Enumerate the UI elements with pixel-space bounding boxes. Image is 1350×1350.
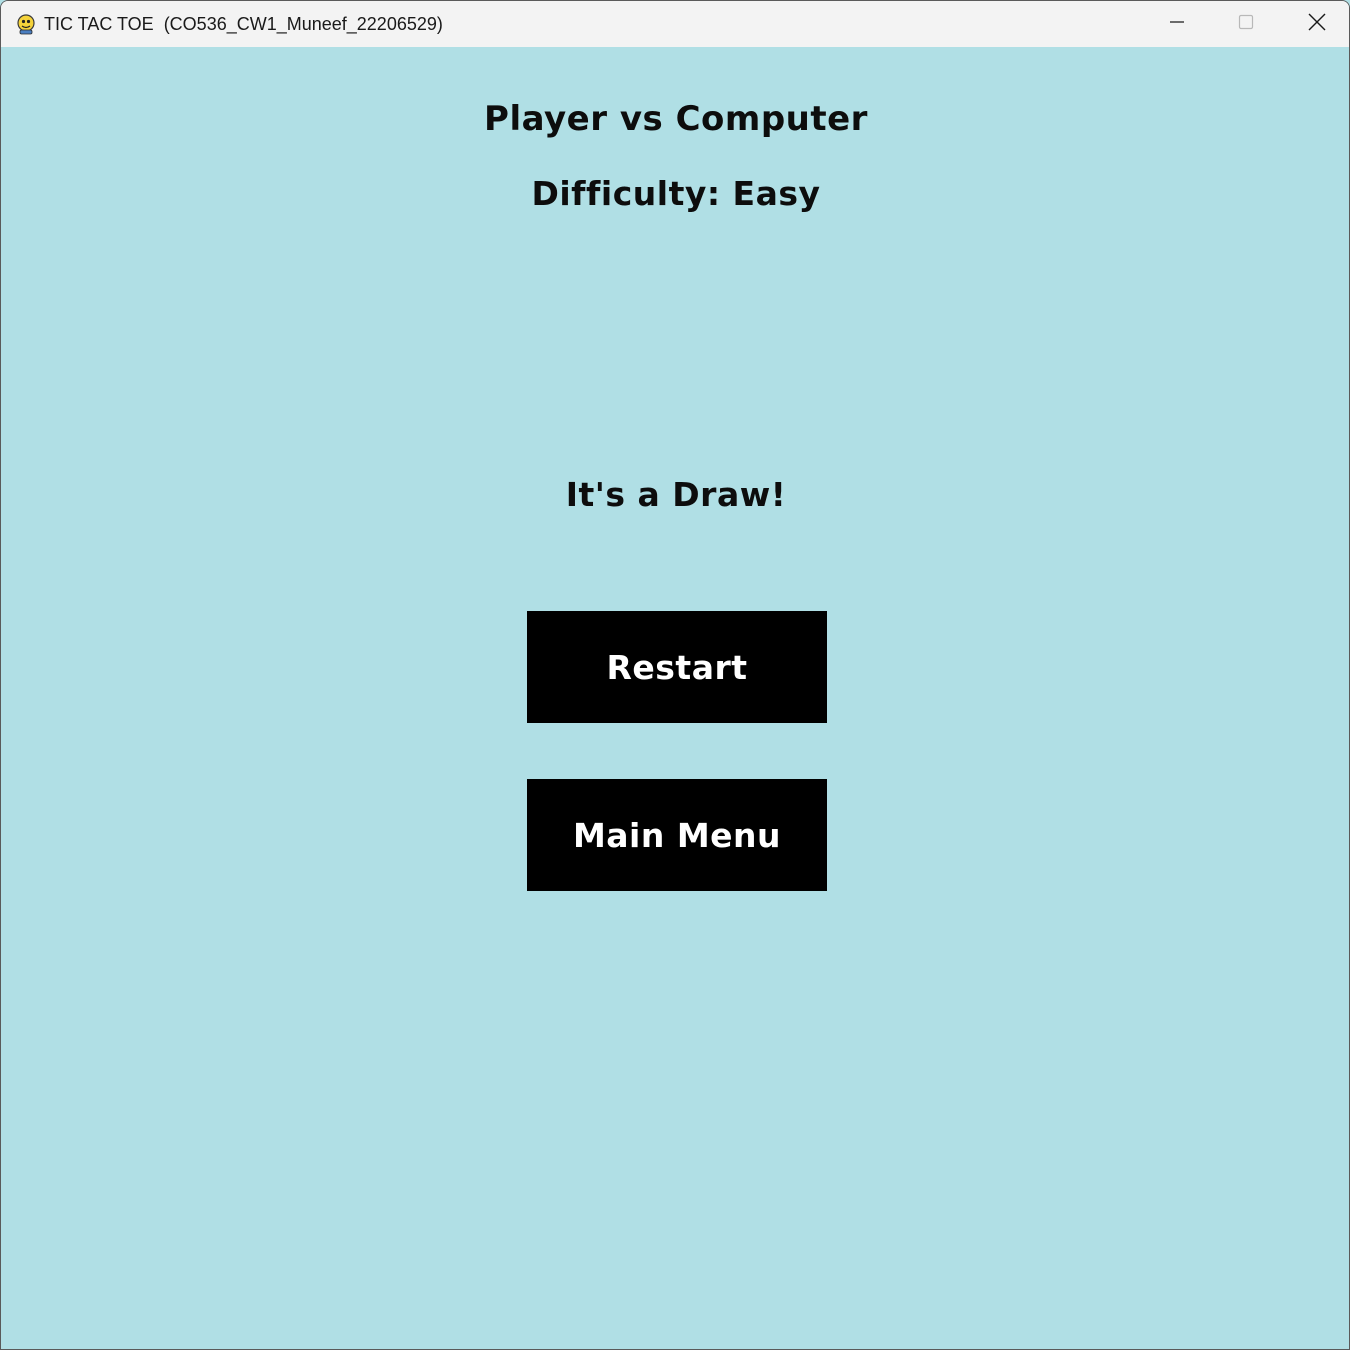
window-title: TIC TAC TOE (CO536_CW1_Muneef_22206529)	[44, 14, 443, 34]
game-result-message: It's a Draw!	[565, 475, 787, 514]
restart-button-label: Restart	[606, 647, 748, 687]
close-button[interactable]	[1283, 1, 1349, 47]
title-bar[interactable]: TIC TAC TOE (CO536_CW1_Muneef_22206529)	[1, 1, 1349, 47]
game-mode-title: Player vs Computer	[484, 99, 868, 139]
close-icon	[1308, 13, 1326, 36]
main-menu-button[interactable]: Main Menu	[527, 779, 827, 891]
minimize-button[interactable]	[1143, 1, 1211, 47]
pygame-snake-icon	[14, 12, 38, 36]
minimize-icon	[1169, 14, 1185, 35]
game-screen: Player vs Computer Difficulty: Easy It's…	[1, 47, 1349, 1349]
maximize-icon	[1238, 14, 1254, 35]
restart-button[interactable]: Restart	[527, 611, 827, 723]
difficulty-label: Difficulty: Easy	[531, 174, 821, 213]
main-menu-button-label: Main Menu	[572, 815, 782, 855]
app-window: TIC TAC TOE (CO536_CW1_Muneef_22206529)	[0, 0, 1350, 1350]
maximize-button[interactable]	[1212, 1, 1280, 47]
